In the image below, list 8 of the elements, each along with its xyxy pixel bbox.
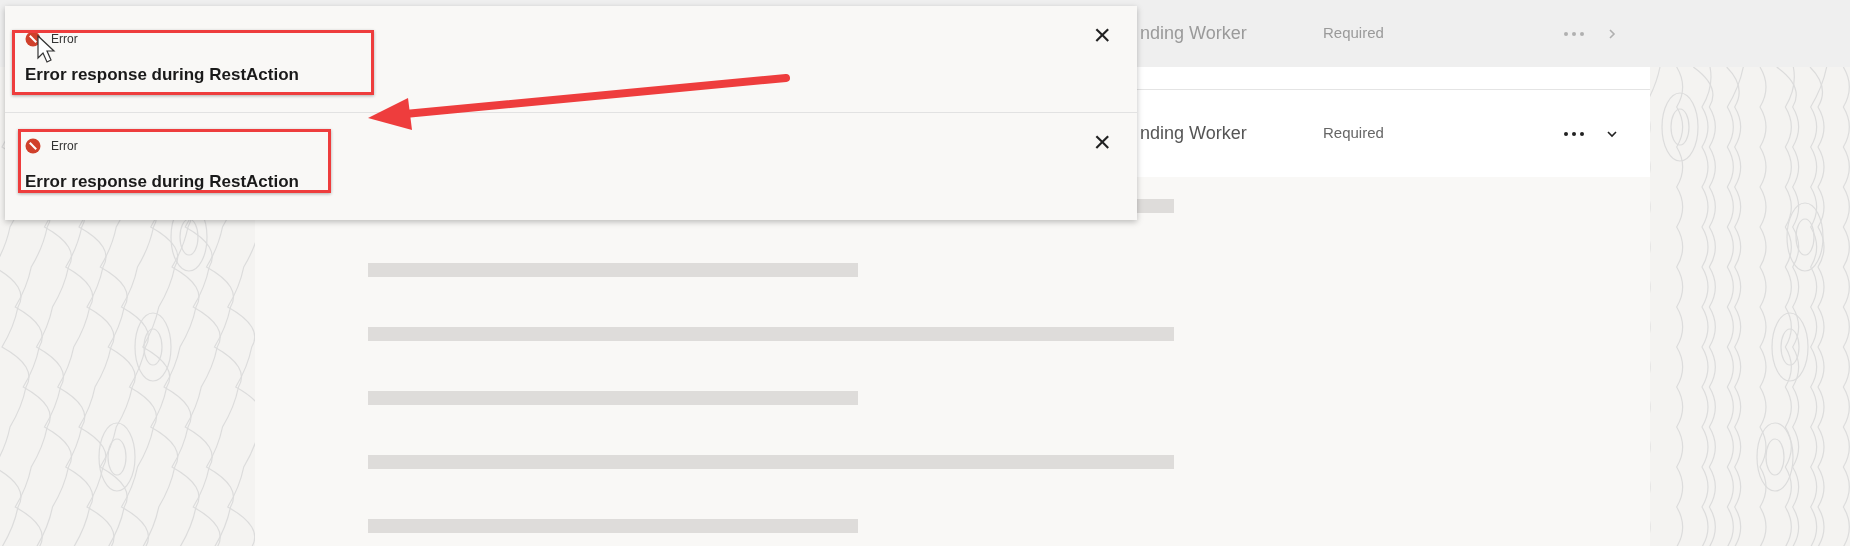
severity-label: Error <box>51 31 78 48</box>
error-message: Error response during RestAction <box>25 171 300 193</box>
task-name: nding Worker <box>1140 22 1248 45</box>
severity-label: Error <box>51 138 78 155</box>
task-name: nding Worker <box>1140 122 1248 145</box>
task-status: Required <box>1323 23 1385 44</box>
task-status: Required <box>1323 123 1385 144</box>
error-message: Error response during RestAction <box>25 64 300 86</box>
